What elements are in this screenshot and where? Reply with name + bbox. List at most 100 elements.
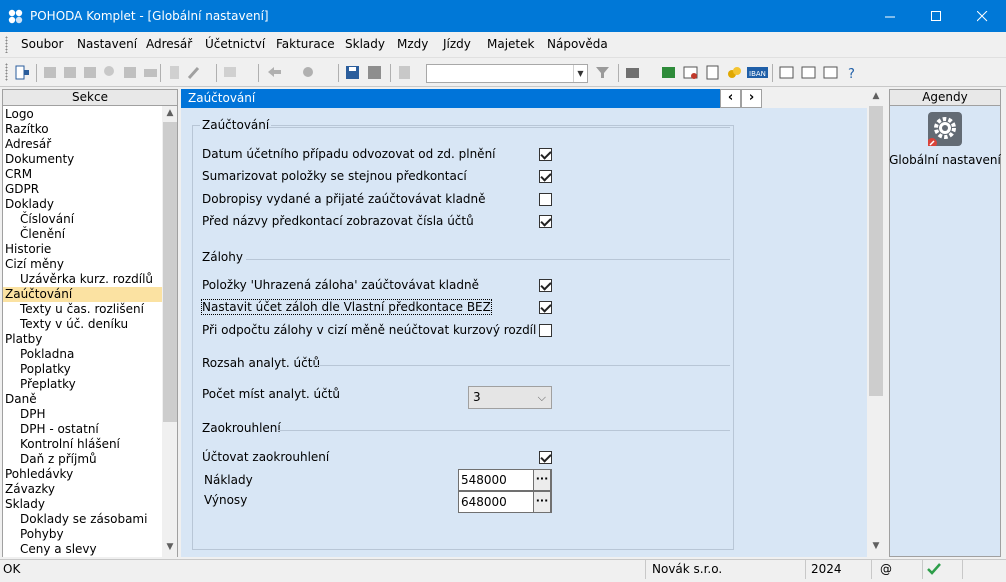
list-item[interactable]: Adresář [3, 137, 162, 152]
find-icon[interactable] [102, 64, 119, 81]
chevron-down-icon[interactable]: ▼ [573, 65, 587, 82]
iban-icon[interactable]: IBAN [747, 64, 768, 81]
list-item[interactable]: Číslování [3, 212, 162, 227]
option-uctovat-zaokr-checkbox[interactable] [539, 451, 552, 464]
scroll-down-icon[interactable]: ▼ [869, 541, 883, 551]
save-all-icon[interactable] [366, 64, 383, 81]
list-item[interactable]: Daně [3, 392, 162, 407]
global-settings-agenda[interactable] [927, 112, 962, 148]
minimize-button[interactable] [867, 0, 913, 32]
table-view-icon[interactable] [822, 64, 839, 81]
svg-text:?: ? [848, 67, 855, 81]
scroll-up-icon[interactable]: ▲ [163, 108, 177, 118]
list-item[interactable]: Doklady [3, 197, 162, 212]
menu-grip[interactable] [5, 36, 8, 53]
option-dobropisy-checkbox[interactable] [539, 193, 552, 206]
menu-majetek[interactable]: Majetek [487, 37, 534, 51]
toolbar: ▼ IBAN ? [0, 57, 1006, 87]
list-item-selected[interactable]: Zaúčtování [3, 287, 162, 302]
form-scroll-thumb[interactable] [869, 106, 883, 396]
menu-jizdy[interactable]: Jízdy [443, 37, 471, 51]
menu-adresar[interactable]: Adresář [146, 37, 192, 51]
clipboard-icon[interactable] [396, 64, 413, 81]
list-item[interactable]: Členění [3, 227, 162, 242]
prev-section-button[interactable]: ‹ [720, 89, 741, 108]
tools-icon[interactable] [186, 64, 203, 81]
option-ucet-zaloh-checkbox[interactable] [539, 301, 552, 314]
option-sumarizovat-checkbox[interactable] [539, 170, 552, 183]
list-view-icon[interactable] [800, 64, 817, 81]
close-button[interactable] [959, 0, 1005, 32]
settings-icon[interactable] [300, 64, 317, 81]
vynosy-account-field[interactable]: 648000 ··· [458, 491, 552, 513]
list-item[interactable]: Poplatky [3, 362, 162, 377]
list-item[interactable]: Razítko [3, 122, 162, 137]
back-icon[interactable] [266, 64, 283, 81]
list-item[interactable]: Doklady se zásobami [3, 512, 162, 527]
help-icon[interactable]: ? [846, 64, 863, 81]
list-item[interactable]: Kontrolní hlášení [3, 437, 162, 452]
list-item[interactable]: Pohledávky [3, 467, 162, 482]
vynosy-picker-button[interactable]: ··· [533, 491, 551, 513]
list-item[interactable]: Historie [3, 242, 162, 257]
form-icon[interactable] [778, 64, 795, 81]
naklady-picker-button[interactable]: ··· [533, 469, 551, 491]
list-item[interactable]: Cizí měny [3, 257, 162, 272]
exit-icon[interactable] [14, 64, 31, 81]
option-cisla-checkbox[interactable] [539, 215, 552, 228]
list-item[interactable]: Texty v úč. deníku [3, 317, 162, 332]
option-datum-checkbox[interactable] [539, 148, 552, 161]
list-item[interactable]: Přeplatky [3, 377, 162, 392]
scroll-up-icon[interactable]: ▲ [869, 91, 883, 101]
copy-record-icon[interactable] [62, 64, 79, 81]
naklady-account-field[interactable]: 548000 ··· [458, 469, 552, 491]
funnel-icon[interactable] [594, 64, 611, 81]
new-record-icon[interactable] [42, 64, 59, 81]
option-kurzovy-checkbox[interactable] [539, 324, 552, 337]
folder-icon[interactable] [624, 64, 641, 81]
document-icon[interactable] [166, 64, 183, 81]
menu-ucetnictvi[interactable]: Účetnictví [205, 37, 265, 51]
list-item[interactable]: Uzávěrka kurz. rozdílů [3, 272, 162, 287]
list-item[interactable]: Dokumenty [3, 152, 162, 167]
list-item[interactable]: Pokladna [3, 347, 162, 362]
scroll-down-icon[interactable]: ▼ [163, 542, 177, 552]
money-icon[interactable] [660, 64, 677, 81]
list-item[interactable]: Logo [3, 107, 162, 122]
menu-soubor[interactable]: Soubor [21, 37, 63, 51]
menu-mzdy[interactable]: Mzdy [397, 37, 428, 51]
toolbar-search-combo[interactable]: ▼ [426, 64, 588, 83]
list-item[interactable]: Ceny a slevy [3, 542, 162, 557]
list-item[interactable]: Pohyby [3, 527, 162, 542]
status-bar: OK Novák s.r.o. 2024 @ [0, 559, 1006, 579]
menu-fakturace[interactable]: Fakturace [276, 37, 335, 51]
list-item[interactable]: DPH - ostatní [3, 422, 162, 437]
list-item[interactable]: Texty u čas. rozlišení [3, 302, 162, 317]
print-icon[interactable] [142, 64, 159, 81]
menu-sklady[interactable]: Sklady [345, 37, 385, 51]
maximize-button[interactable] [913, 0, 959, 32]
option-uhrazena-checkbox[interactable] [539, 279, 552, 292]
menu-nastaveni[interactable]: Nastavení [77, 37, 137, 51]
calculator-icon[interactable] [704, 64, 721, 81]
pocet-mist-value: 3 [473, 390, 481, 404]
list-item[interactable]: CRM [3, 167, 162, 182]
filter-icon[interactable] [122, 64, 139, 81]
sections-scroll-thumb[interactable] [163, 122, 177, 422]
list-item[interactable]: DPH [3, 407, 162, 422]
menu-napoveda[interactable]: Nápověda [547, 37, 608, 51]
pocet-mist-select[interactable]: 3 ⌵ [468, 386, 552, 409]
list-item[interactable]: Platby [3, 332, 162, 347]
edit-record-icon[interactable] [82, 64, 99, 81]
list-item[interactable]: Daň z příjmů [3, 452, 162, 467]
toolbar-grip[interactable] [5, 63, 8, 81]
list-item[interactable]: Sklady [3, 497, 162, 512]
calendar-icon[interactable] [682, 64, 699, 81]
grid-icon[interactable] [222, 64, 239, 81]
naklady-label: Náklady [204, 473, 253, 487]
coins-icon[interactable] [726, 64, 743, 81]
next-section-button[interactable]: › [741, 89, 762, 108]
list-item[interactable]: Závazky [3, 482, 162, 497]
save-icon[interactable] [344, 64, 361, 81]
list-item[interactable]: GDPR [3, 182, 162, 197]
